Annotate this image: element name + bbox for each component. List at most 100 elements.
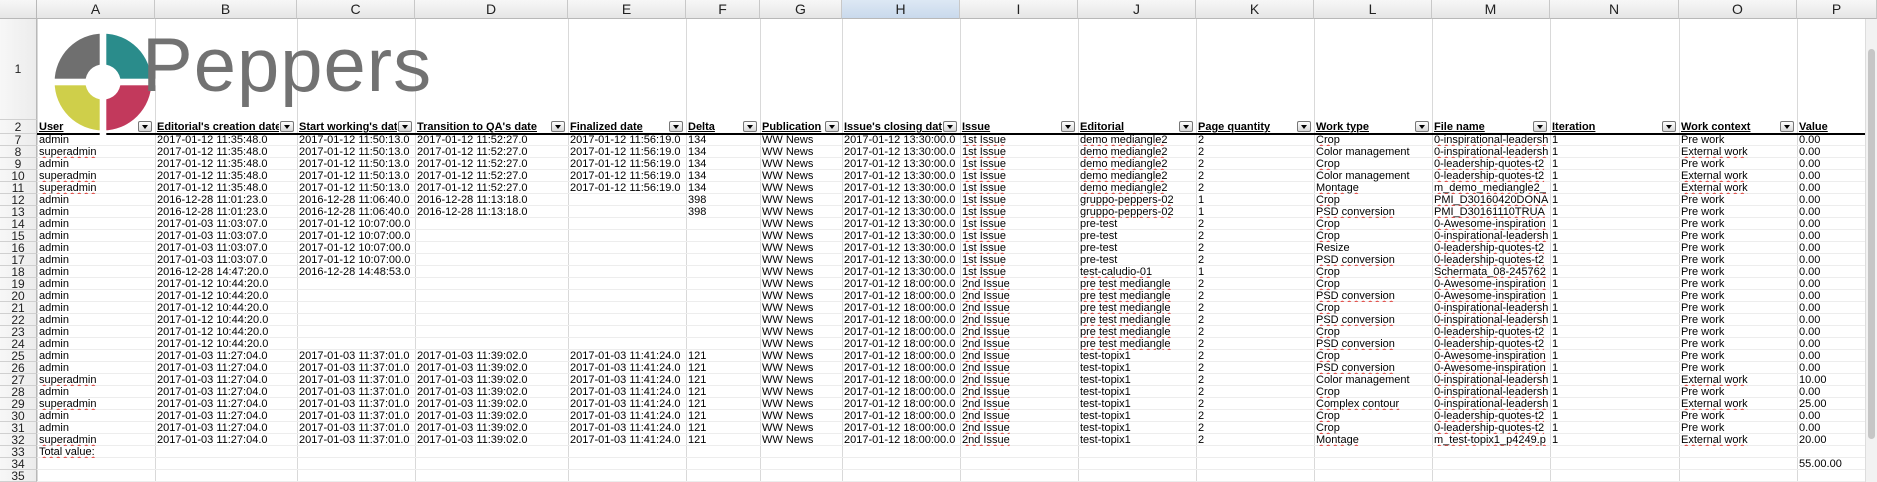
cell[interactable]: 1 <box>1550 206 1679 218</box>
cell[interactable]: 2017-01-03 11:39:02.0 <box>415 374 568 386</box>
header-cell[interactable]: Editorial <box>1078 120 1178 134</box>
cell[interactable] <box>568 266 686 278</box>
cell[interactable]: 1 <box>1550 374 1679 386</box>
cell[interactable]: Pre work <box>1679 302 1797 314</box>
header-cell[interactable]: Iteration <box>1550 120 1661 134</box>
cell[interactable]: 2017-01-12 11:35:48.0 <box>155 182 297 194</box>
cell[interactable]: 2017-01-03 11:27:04.0 <box>155 350 297 362</box>
cell[interactable]: 0-leadership-quotes-t2 <box>1432 158 1550 170</box>
cell[interactable]: 2017-01-03 11:39:02.0 <box>415 350 568 362</box>
header-cell[interactable]: File name <box>1432 120 1532 134</box>
filter-dropdown-icon[interactable] <box>1061 121 1075 132</box>
cell[interactable]: 2017-01-03 11:41:24.0 <box>568 386 686 398</box>
cell[interactable]: 2016-12-28 14:47:20.0 <box>155 266 297 278</box>
cell[interactable]: 2nd Issue <box>960 398 1078 410</box>
cell[interactable] <box>415 326 568 338</box>
cell[interactable]: admin <box>37 218 155 230</box>
cell[interactable]: 1 <box>1550 350 1679 362</box>
cell[interactable]: admin <box>37 266 155 278</box>
cell[interactable] <box>568 326 686 338</box>
cell[interactable]: admin <box>37 386 155 398</box>
cell[interactable]: 2017-01-12 18:00:00.0 <box>842 434 960 446</box>
cell[interactable]: 0-inspirational-leadersh <box>1432 374 1550 386</box>
cell[interactable]: 1 <box>1550 146 1679 158</box>
cell[interactable]: 2 <box>1196 422 1314 434</box>
cell[interactable]: 2017-01-03 11:41:24.0 <box>568 434 686 446</box>
cell[interactable]: 0-inspirational-leadersh <box>1432 302 1550 314</box>
cell[interactable] <box>568 230 686 242</box>
cell[interactable]: 2017-01-12 18:00:00.0 <box>842 410 960 422</box>
cell[interactable]: WW News <box>760 218 842 230</box>
cell[interactable]: 2 <box>1196 326 1314 338</box>
cell[interactable]: 2 <box>1196 290 1314 302</box>
cell[interactable]: 1st Issue <box>960 266 1078 278</box>
cell[interactable]: 0-Awesome-inspiration <box>1432 278 1550 290</box>
cell[interactable]: 2 <box>1196 302 1314 314</box>
cell[interactable]: 0-inspirational-leadersh <box>1432 314 1550 326</box>
cell[interactable]: Crop <box>1314 158 1432 170</box>
cell[interactable]: 1 <box>1550 326 1679 338</box>
cell[interactable]: 134 <box>686 170 760 182</box>
header-cell[interactable]: Publication <box>760 120 824 134</box>
cell[interactable]: WW News <box>760 410 842 422</box>
cell[interactable]: admin <box>37 338 155 350</box>
cell[interactable]: 2017-01-03 11:39:02.0 <box>415 434 568 446</box>
cell[interactable]: 2017-01-12 11:52:27.0 <box>415 158 568 170</box>
cell[interactable]: 2017-01-03 11:39:02.0 <box>415 386 568 398</box>
cell[interactable]: Crop <box>1314 326 1432 338</box>
cell[interactable]: 2 <box>1196 362 1314 374</box>
cell[interactable]: Crop <box>1314 386 1432 398</box>
cell[interactable]: admin <box>37 302 155 314</box>
cell[interactable]: Pre work <box>1679 194 1797 206</box>
cell[interactable]: Pre work <box>1679 218 1797 230</box>
cell[interactable]: 1 <box>1550 266 1679 278</box>
cell[interactable]: 2 <box>1196 338 1314 350</box>
cell[interactable]: Color management <box>1314 374 1432 386</box>
cell[interactable]: 1st Issue <box>960 254 1078 266</box>
cell[interactable] <box>297 278 415 290</box>
cell[interactable]: 1st Issue <box>960 206 1078 218</box>
cell[interactable]: WW News <box>760 290 842 302</box>
row-header-35[interactable]: 35 <box>0 470 37 482</box>
cell[interactable]: pre test mediangle <box>1078 302 1196 314</box>
cell[interactable]: 1 <box>1550 302 1679 314</box>
cell[interactable]: Color management <box>1314 146 1432 158</box>
cell[interactable]: 2017-01-12 13:30:00.0 <box>842 146 960 158</box>
cell[interactable]: PSD conversion <box>1314 314 1432 326</box>
cell[interactable]: demo mediangle2 <box>1078 182 1196 194</box>
header-cell[interactable]: Page quantity <box>1196 120 1296 134</box>
cell[interactable]: 2017-01-12 11:35:48.0 <box>155 146 297 158</box>
filter-dropdown-icon[interactable] <box>943 121 957 132</box>
cell[interactable]: gruppo-peppers-02 <box>1078 194 1196 206</box>
cell[interactable]: 1 <box>1550 410 1679 422</box>
column-header-g[interactable]: G <box>760 0 842 19</box>
cell[interactable]: 1 <box>1196 194 1314 206</box>
header-cell[interactable]: Value <box>1797 120 1859 134</box>
cell[interactable] <box>415 230 568 242</box>
cell[interactable]: 2017-01-03 11:41:24.0 <box>568 350 686 362</box>
cell[interactable]: admin <box>37 422 155 434</box>
cell[interactable]: 2017-01-03 11:37:01.0 <box>297 374 415 386</box>
cell[interactable]: 1st Issue <box>960 146 1078 158</box>
cell[interactable]: WW News <box>760 230 842 242</box>
cell[interactable]: WW News <box>760 374 842 386</box>
cell[interactable]: 121 <box>686 386 760 398</box>
cell[interactable]: admin <box>37 254 155 266</box>
cell[interactable]: 2nd Issue <box>960 338 1078 350</box>
cell[interactable] <box>568 338 686 350</box>
cell[interactable]: 1 <box>1550 434 1679 446</box>
cell[interactable]: 2017-01-12 10:44:20.0 <box>155 326 297 338</box>
cell[interactable]: 2 <box>1196 182 1314 194</box>
cell[interactable]: pre test mediangle <box>1078 278 1196 290</box>
cell[interactable]: 1 <box>1550 254 1679 266</box>
cell[interactable]: 2 <box>1196 170 1314 182</box>
cell[interactable]: 1 <box>1550 362 1679 374</box>
cell[interactable]: WW News <box>760 134 842 146</box>
cell[interactable]: WW News <box>760 422 842 434</box>
cell[interactable]: 2017-01-12 13:30:00.0 <box>842 134 960 146</box>
header-cell[interactable]: Work context <box>1679 120 1779 134</box>
cell[interactable]: 2017-01-12 18:00:00.0 <box>842 326 960 338</box>
cell[interactable]: 2017-01-03 11:03:07.0 <box>155 218 297 230</box>
cell[interactable]: 2017-01-12 18:00:00.0 <box>842 278 960 290</box>
cell[interactable]: 2 <box>1196 314 1314 326</box>
